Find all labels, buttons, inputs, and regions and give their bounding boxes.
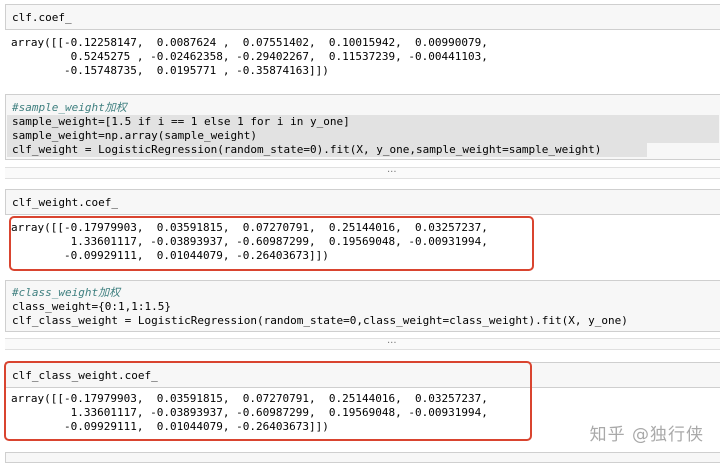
highlight-box-weight-coef	[9, 216, 534, 271]
collapsed-output-separator[interactable]: ...	[5, 335, 720, 350]
code-comment: #class_weight加权	[12, 286, 121, 299]
collapsed-output-separator[interactable]: ...	[5, 164, 720, 179]
ellipsis: ...	[387, 164, 397, 175]
code-cell-class-weight[interactable]: #class_weight加权 class_weight={0:1,1:1.5}…	[5, 280, 720, 332]
output-line: 0.5245275 , -0.02462358, -0.29402267, 0.…	[11, 50, 488, 63]
output-line: -0.15748735, 0.0195771 , -0.35874163]])	[11, 64, 329, 77]
code-line: clf_weight = LogisticRegression(random_s…	[12, 143, 602, 156]
ellipsis: ...	[387, 335, 397, 346]
code-line: sample_weight=np.array(sample_weight)	[12, 129, 258, 142]
code-line: clf.coef_	[12, 11, 72, 24]
code-cell-weight-coef[interactable]: clf_weight.coef_	[5, 189, 720, 215]
code-comment: #sample_weight加权	[12, 101, 127, 114]
code-line: sample_weight=[1.5 if i == 1 else 1 for …	[12, 115, 350, 128]
code-cell-next[interactable]	[5, 452, 720, 463]
code-line: clf_class_weight = LogisticRegression(ra…	[12, 314, 628, 327]
code-cell-sample-weight[interactable]: #sample_weight加权 sample_weight=[1.5 if i…	[5, 94, 720, 160]
watermark: 知乎 @独行侠	[589, 425, 704, 445]
output-line: array([[-0.12258147, 0.0087624 , 0.07551…	[11, 36, 488, 49]
output-coef: array([[-0.12258147, 0.0087624 , 0.07551…	[11, 36, 488, 78]
code-line: clf_weight.coef_	[12, 196, 118, 209]
highlight-box-class-weight-coef	[4, 361, 532, 441]
code-cell-coef[interactable]: clf.coef_	[5, 4, 720, 30]
code-line: class_weight={0:1,1:1.5}	[12, 300, 171, 313]
